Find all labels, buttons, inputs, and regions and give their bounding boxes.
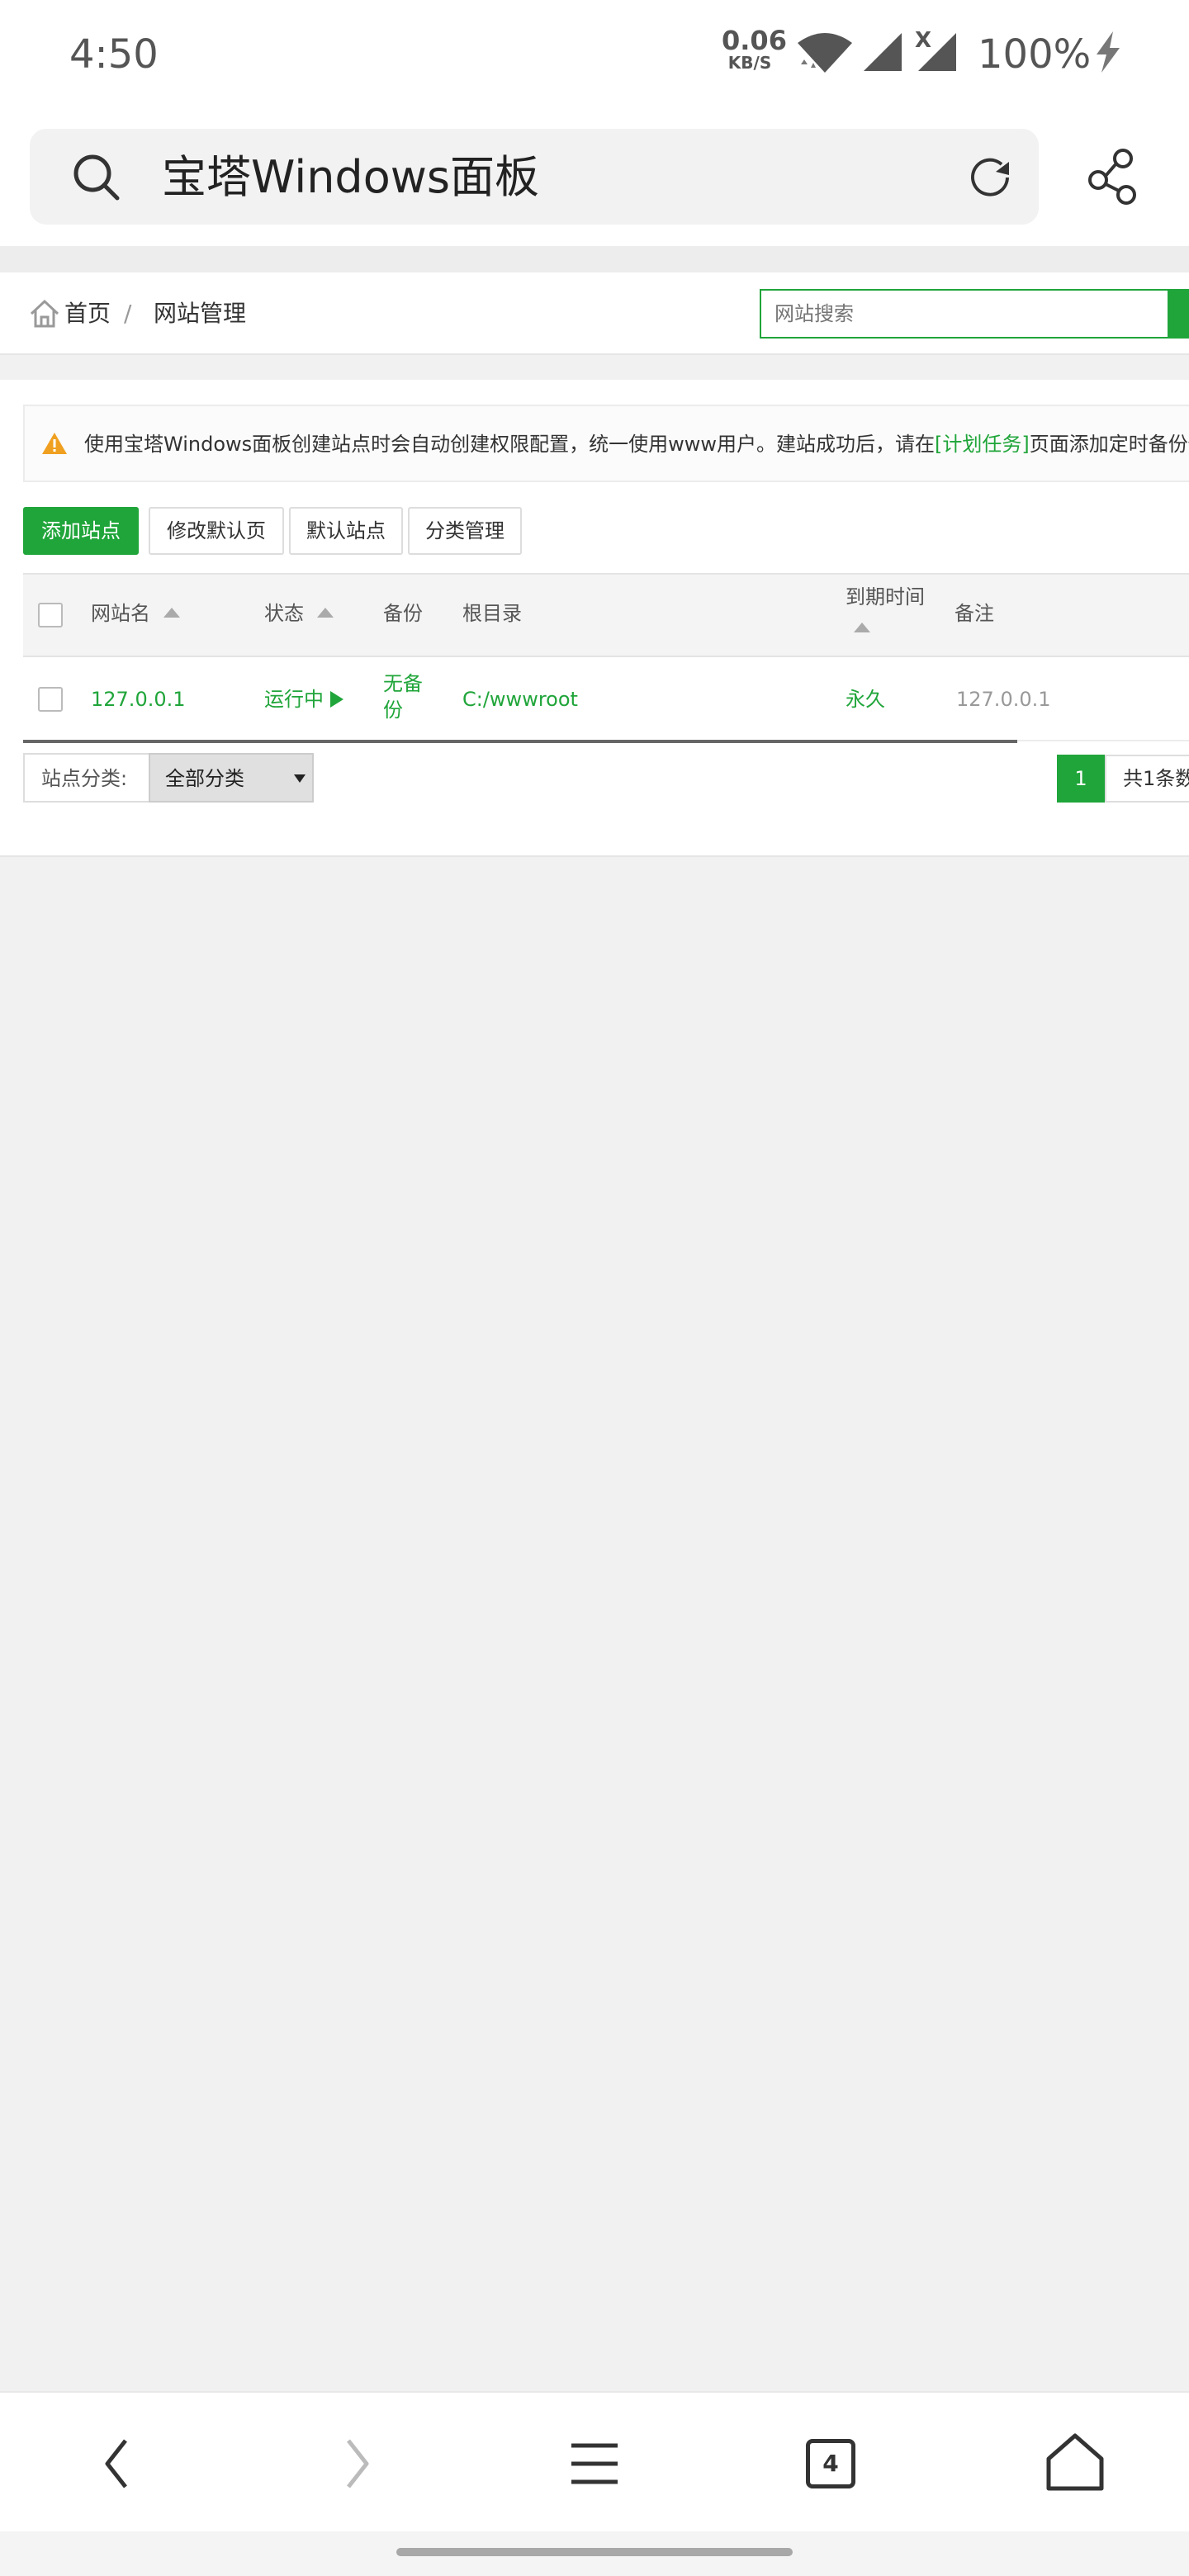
wifi-icon xyxy=(798,33,852,73)
pagination-total: 共1条数据 xyxy=(1105,755,1189,803)
column-root-dir: 根目录 xyxy=(462,602,522,625)
charging-icon xyxy=(1097,31,1120,73)
horizontal-scrollbar[interactable] xyxy=(23,740,1017,743)
select-all-checkbox[interactable] xyxy=(38,603,63,627)
tabs-count: 4 xyxy=(806,2439,855,2488)
back-icon[interactable] xyxy=(86,2431,152,2497)
forward-icon[interactable] xyxy=(322,2431,388,2497)
address-field[interactable]: 宝塔Windows面板 xyxy=(30,129,1039,225)
separator-strip xyxy=(0,246,1189,272)
site-status[interactable]: 运行中 xyxy=(264,685,324,713)
filter-label: 站点分类: xyxy=(41,767,128,790)
column-status[interactable]: 状态 xyxy=(264,599,304,627)
warning-notice: 使用宝塔Windows面板创建站点时会自动创建权限配置，统一使用www用户。建站… xyxy=(23,405,1189,482)
network-speed-unit: KB/S xyxy=(727,53,772,73)
column-backup: 备份 xyxy=(383,602,423,625)
home-icon[interactable] xyxy=(28,297,61,330)
category-select[interactable]: 全部分类 xyxy=(149,753,314,803)
column-site-name[interactable]: 网站名 xyxy=(91,599,150,627)
home-indicator[interactable] xyxy=(396,2548,793,2556)
breadcrumb: 首页 / 网站管理 xyxy=(0,272,1189,355)
network-speed: 0.06 KB/S xyxy=(722,25,787,73)
expire-value[interactable]: 永久 xyxy=(846,685,885,713)
home-icon[interactable] xyxy=(1042,2431,1108,2497)
notice-text-after: 页面添加定时备份任务 xyxy=(1029,433,1189,456)
root-dir-link[interactable]: C:/wwwroot xyxy=(462,685,578,713)
warning-icon xyxy=(42,433,67,454)
add-site-button[interactable]: 添加站点 xyxy=(23,507,139,555)
share-icon[interactable] xyxy=(1083,147,1143,206)
column-expire[interactable]: 到期时间 xyxy=(846,583,925,611)
category-manage-button[interactable]: 分类管理 xyxy=(408,507,522,555)
note-value[interactable]: 127.0.0.1 xyxy=(956,685,1051,713)
breadcrumb-home[interactable]: 首页 xyxy=(64,297,111,330)
signal-icon-2 xyxy=(918,33,956,71)
search-icon xyxy=(73,154,120,201)
site-name-link[interactable]: 127.0.0.1 xyxy=(91,685,186,713)
browser-address-bar: 宝塔Windows面板 xyxy=(0,107,1189,246)
reload-icon[interactable] xyxy=(963,150,1017,205)
browser-bottom-bar: 4 xyxy=(0,2391,1189,2531)
network-speed-value: 0.06 xyxy=(722,25,787,56)
backup-link[interactable]: 无备份 xyxy=(383,670,426,723)
page-title: 宝塔Windows面板 xyxy=(162,151,540,203)
sort-arrow-icon[interactable] xyxy=(317,608,334,618)
sort-arrow-icon[interactable] xyxy=(163,608,180,618)
play-icon[interactable] xyxy=(330,691,343,708)
status-time: 4:50 xyxy=(69,31,159,78)
default-site-button[interactable]: 默认站点 xyxy=(289,507,403,555)
table-header: 网站名 状态 备份 根目录 到期时间 备注 xyxy=(23,573,1189,657)
tabs-button[interactable]: 4 xyxy=(799,2431,865,2497)
status-bar: 4:50 0.06 KB/S X 100% xyxy=(0,0,1189,107)
battery-level: 100% xyxy=(978,31,1092,78)
pagination-current-page[interactable]: 1 xyxy=(1057,755,1105,803)
site-category-filter: 站点分类: 全部分类 xyxy=(23,753,314,803)
site-search-input[interactable] xyxy=(760,289,1169,339)
breadcrumb-current: 网站管理 xyxy=(154,300,247,327)
site-search-button[interactable] xyxy=(1168,289,1189,339)
notice-text: 使用宝塔Windows面板创建站点时会自动创建权限配置，统一使用www用户。建站… xyxy=(84,429,1189,459)
menu-icon[interactable] xyxy=(561,2431,628,2497)
chevron-down-icon xyxy=(294,774,306,783)
notice-text-before: 使用宝塔Windows面板创建站点时会自动创建权限配置，统一使用www用户。建站… xyxy=(84,433,936,456)
sort-arrow-icon[interactable] xyxy=(854,623,870,632)
table-row: 127.0.0.1 运行中 无备份 C:/wwwroot 永久 127.0.0.… xyxy=(23,659,1189,741)
category-select-value: 全部分类 xyxy=(165,767,244,790)
signal-icon xyxy=(864,33,902,71)
breadcrumb-separator: / xyxy=(124,300,132,327)
column-note: 备注 xyxy=(955,602,994,625)
scheduled-task-link[interactable]: [计划任务] xyxy=(935,433,1030,456)
edit-default-page-button[interactable]: 修改默认页 xyxy=(149,507,284,555)
site-management-panel: 使用宝塔Windows面板创建站点时会自动创建权限配置，统一使用www用户。建站… xyxy=(0,380,1189,857)
gesture-bar-area xyxy=(0,2531,1189,2576)
row-checkbox[interactable] xyxy=(38,687,63,712)
